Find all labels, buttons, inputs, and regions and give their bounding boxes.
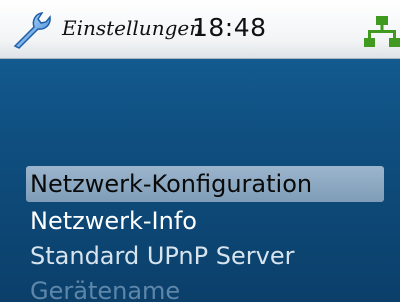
menu-item-netzwerk-info[interactable]: Netzwerk-Info xyxy=(30,203,197,239)
network-icon xyxy=(364,16,400,47)
menu-item-label: Gerätename xyxy=(30,277,181,302)
menu-item-label: Standard UPnP Server xyxy=(30,242,295,270)
menu-item-upnp-server[interactable]: Standard UPnP Server xyxy=(30,238,294,274)
clock-time: 18:48 xyxy=(192,13,267,42)
screen-title: Einstellungen xyxy=(62,16,203,40)
menu-item-geraetename[interactable]: Gerätename xyxy=(30,273,180,302)
status-bar: Einstellungen 18:48 xyxy=(0,0,400,59)
device-screen: Einstellungen 18:48 Netzwerk-Konfigurati… xyxy=(0,0,400,302)
wrench-icon xyxy=(13,12,51,49)
menu-item-label: Netzwerk-Info xyxy=(30,207,197,235)
menu-item-label: Netzwerk-Konfiguration xyxy=(30,170,313,198)
menu-item-netzwerk-konfiguration[interactable]: Netzwerk-Konfiguration xyxy=(26,166,384,202)
